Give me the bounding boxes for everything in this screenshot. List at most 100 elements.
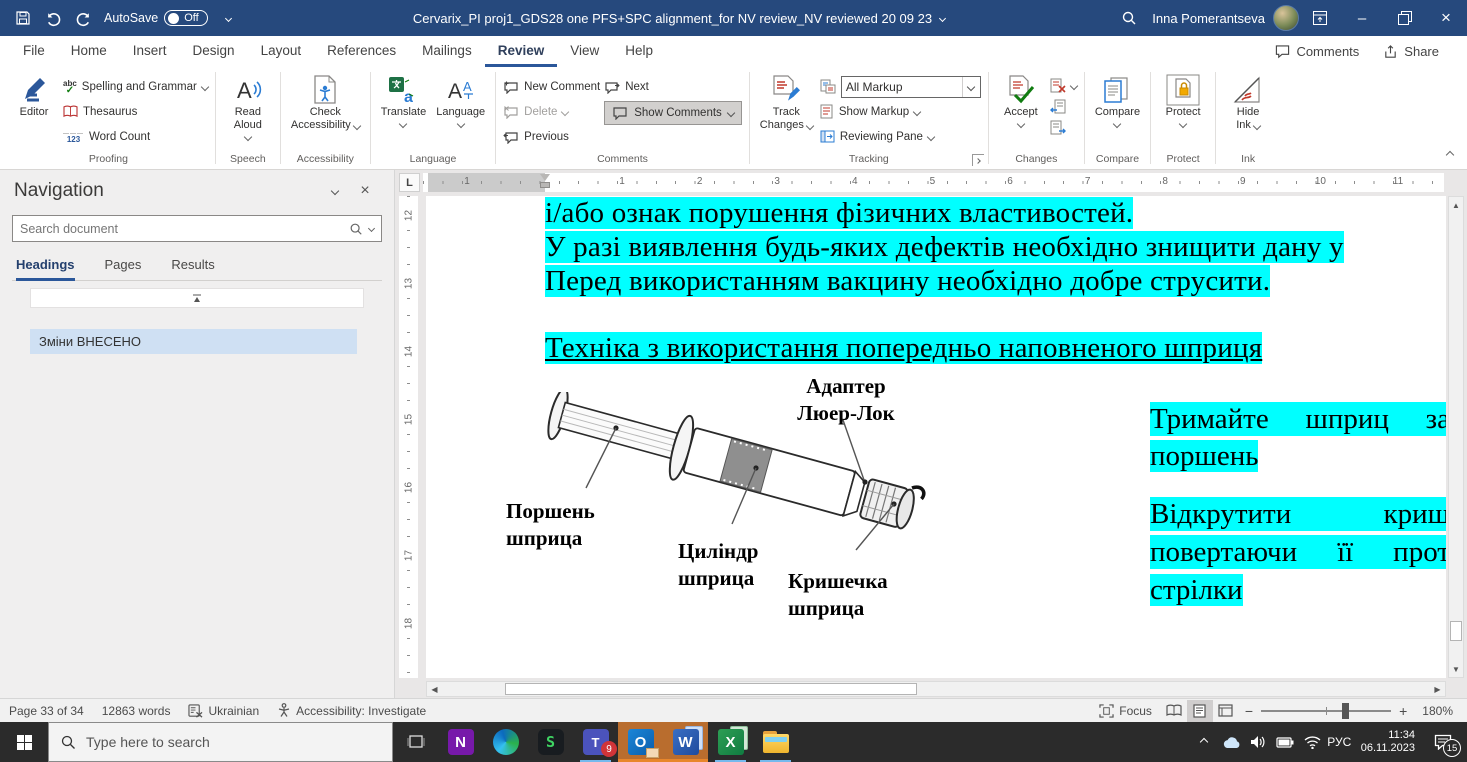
heading-item[interactable]: Зміни ВНЕСЕНО <box>30 329 357 354</box>
search-icon[interactable] <box>349 222 363 236</box>
nav-tab-pages[interactable]: Pages <box>105 257 142 280</box>
read-mode-button[interactable] <box>1161 700 1187 722</box>
title-chevron-icon[interactable] <box>939 14 946 21</box>
compare-button[interactable]: Compare <box>1092 71 1143 152</box>
share-button[interactable]: Share <box>1373 44 1449 59</box>
taskbar-app-file-explorer[interactable] <box>753 722 798 762</box>
clock[interactable]: 11:34 06.11.2023 <box>1353 729 1423 755</box>
undo-icon[interactable] <box>38 0 68 36</box>
headings-top-bar[interactable] <box>30 288 364 308</box>
next-change-button[interactable] <box>1050 118 1077 137</box>
taskbar-app-excel[interactable]: X <box>708 722 753 762</box>
scroll-up-icon[interactable]: ▲ <box>1449 197 1463 213</box>
hide-ink-button[interactable]: Hide Ink <box>1223 71 1273 152</box>
nav-tab-headings[interactable]: Headings <box>16 257 75 281</box>
previous-change-button[interactable] <box>1050 97 1077 116</box>
navigation-search-input[interactable] <box>20 222 343 236</box>
tab-layout[interactable]: Layout <box>248 36 315 67</box>
taskbar-search-box[interactable] <box>48 722 393 762</box>
language-indicator[interactable]: РУС <box>1326 722 1353 762</box>
taskbar-search-input[interactable] <box>86 734 381 750</box>
comments-button[interactable]: Comments <box>1265 44 1369 59</box>
avatar[interactable] <box>1273 5 1299 31</box>
taskbar-app-edge[interactable] <box>483 722 528 762</box>
navigation-dropdown-icon[interactable] <box>320 188 350 194</box>
reviewing-pane-button[interactable]: Reviewing Pane <box>820 126 981 147</box>
scroll-down-icon[interactable]: ▼ <box>1449 661 1463 677</box>
word-count-indicator[interactable]: 12863 words <box>93 704 180 718</box>
scroll-left-icon[interactable]: ◀ <box>427 682 442 696</box>
tab-mailings[interactable]: Mailings <box>409 36 485 67</box>
vertical-scroll-thumb[interactable] <box>1450 621 1462 641</box>
protect-button[interactable]: Protect <box>1158 71 1208 152</box>
reject-button[interactable] <box>1050 76 1077 95</box>
taskbar-app-outlook[interactable]: O <box>618 722 663 762</box>
close-button[interactable]: × <box>1425 0 1467 36</box>
horizontal-scroll-thumb[interactable] <box>505 683 917 695</box>
read-aloud-button[interactable]: A ReadAloud <box>223 71 273 152</box>
start-button[interactable] <box>0 722 48 762</box>
taskbar-app-teams[interactable]: T 9 <box>573 722 618 762</box>
collapse-ribbon-icon[interactable] <box>1447 146 1453 161</box>
taskbar-app-word[interactable]: W <box>663 722 708 762</box>
tracking-dialog-launcher-icon[interactable] <box>972 154 984 166</box>
tab-review[interactable]: Review <box>485 36 558 67</box>
tab-references[interactable]: References <box>314 36 409 67</box>
proofing-status[interactable]: Ukrainian <box>179 704 268 718</box>
vertical-scrollbar[interactable]: ▲ ▼ <box>1448 196 1464 678</box>
tab-view[interactable]: View <box>557 36 612 67</box>
accept-button[interactable]: Accept <box>996 71 1046 152</box>
print-layout-button[interactable] <box>1187 700 1213 722</box>
word-count-button[interactable]: ———123 Word Count <box>63 126 208 147</box>
redo-icon[interactable] <box>68 0 98 36</box>
zoom-in-icon[interactable]: + <box>1399 703 1407 719</box>
document-page[interactable]: і/або ознак порушення фізичних властивос… <box>426 196 1446 678</box>
search-options-chevron-icon[interactable] <box>368 225 375 232</box>
translate-button[interactable]: a Translate <box>378 71 429 152</box>
zoom-thumb[interactable] <box>1342 703 1349 719</box>
next-comment-button[interactable]: Next <box>604 76 742 97</box>
web-layout-button[interactable] <box>1213 700 1239 722</box>
page-indicator[interactable]: Page 33 of 34 <box>0 704 93 718</box>
thesaurus-button[interactable]: Thesaurus <box>63 101 208 122</box>
volume-icon[interactable] <box>1245 722 1272 762</box>
minimize-button[interactable]: – <box>1341 0 1383 36</box>
ribbon-display-options-icon[interactable] <box>1299 0 1341 36</box>
tab-insert[interactable]: Insert <box>120 36 180 67</box>
search-icon[interactable] <box>1114 0 1144 36</box>
markup-mode-select[interactable]: All Markup <box>820 76 981 97</box>
taskbar-app-s[interactable]: S <box>528 722 573 762</box>
tab-design[interactable]: Design <box>180 36 248 67</box>
tab-selector[interactable]: L <box>399 173 420 192</box>
delete-comment-button[interactable]: Delete <box>503 101 600 122</box>
show-markup-button[interactable]: Show Markup <box>820 101 981 122</box>
spelling-grammar-button[interactable]: abc✓ Spelling and Grammar <box>63 76 208 97</box>
navigation-search-box[interactable] <box>12 215 382 242</box>
tab-file[interactable]: File <box>10 36 58 67</box>
indent-marker[interactable] <box>539 174 550 188</box>
quick-access-dropdown-icon[interactable] <box>214 0 244 36</box>
restore-button[interactable] <box>1383 0 1425 36</box>
onedrive-icon[interactable] <box>1218 722 1245 762</box>
nav-tab-results[interactable]: Results <box>171 257 214 280</box>
user-name[interactable]: Inna Pomerantseva <box>1152 11 1265 26</box>
scroll-right-icon[interactable]: ▶ <box>1430 682 1445 696</box>
track-changes-button[interactable]: Track Changes <box>757 71 816 152</box>
autosave-toggle[interactable]: AutoSave Off <box>104 10 208 26</box>
task-view-button[interactable] <box>393 722 438 762</box>
language-button[interactable]: AA Language <box>433 71 488 152</box>
zoom-out-icon[interactable]: − <box>1245 703 1253 719</box>
previous-comment-button[interactable]: Previous <box>503 126 600 147</box>
horizontal-scrollbar[interactable]: ◀ ▶ <box>426 681 1446 697</box>
show-comments-button[interactable]: Show Comments <box>604 101 742 125</box>
check-accessibility-button[interactable]: Check Accessibility <box>288 71 363 152</box>
zoom-level[interactable]: 180% <box>1413 704 1467 718</box>
tray-expand-icon[interactable] <box>1191 722 1218 762</box>
focus-mode-button[interactable]: Focus <box>1090 704 1161 718</box>
new-comment-button[interactable]: New Comment <box>503 76 600 97</box>
battery-icon[interactable] <box>1272 722 1299 762</box>
navigation-close-icon[interactable]: × <box>350 182 380 200</box>
action-center-button[interactable]: 15 <box>1423 722 1463 762</box>
wifi-icon[interactable] <box>1299 722 1326 762</box>
accessibility-status[interactable]: Accessibility: Investigate <box>268 703 435 718</box>
